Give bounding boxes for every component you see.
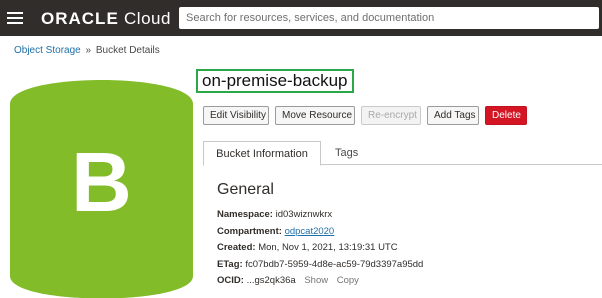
namespace-row: Namespace: id03wiznwkrx xyxy=(217,209,332,220)
ocid-copy-link[interactable]: Copy xyxy=(337,275,359,286)
move-resource-button[interactable]: Move Resource xyxy=(275,106,355,125)
compartment-row: Compartment: odpcat2020 xyxy=(217,226,334,237)
breadcrumb-separator: » xyxy=(85,45,92,56)
etag-label: ETag: xyxy=(217,259,243,270)
ocid-label: OCID: xyxy=(217,275,244,286)
edit-visibility-button[interactable]: Edit Visibility xyxy=(203,106,269,125)
bucket-letter: B xyxy=(71,135,132,229)
created-value: Mon, Nov 1, 2021, 13:19:31 UTC xyxy=(258,242,398,253)
compartment-label: Compartment: xyxy=(217,226,282,237)
add-tags-button[interactable]: Add Tags xyxy=(427,106,479,125)
tab-tags[interactable]: Tags xyxy=(335,141,358,165)
compartment-link[interactable]: odpcat2020 xyxy=(285,226,335,237)
namespace-value: id03wiznwkrx xyxy=(275,209,333,220)
details-tabs: Bucket Information Tags xyxy=(203,141,602,166)
delete-button[interactable]: Delete xyxy=(485,106,527,125)
search-input[interactable] xyxy=(179,7,599,29)
bucket-title: on-premise-backup xyxy=(196,69,354,93)
top-navigation-bar: ORACLE Cloud xyxy=(0,0,602,36)
general-heading: General xyxy=(217,181,274,198)
logo-brand: ORACLE xyxy=(41,9,119,28)
ocid-row: OCID: ...gs2qk36a Show Copy xyxy=(217,275,359,286)
namespace-label: Namespace: xyxy=(217,209,273,220)
tab-bucket-information[interactable]: Bucket Information xyxy=(203,141,321,166)
re-encrypt-button[interactable]: Re-encrypt xyxy=(361,106,421,125)
oracle-cloud-logo[interactable]: ORACLE Cloud xyxy=(41,9,171,29)
breadcrumb-object-storage-link[interactable]: Object Storage xyxy=(14,45,81,56)
created-label: Created: xyxy=(217,242,256,253)
breadcrumb: Object Storage » Bucket Details xyxy=(14,45,160,56)
etag-value: fc07bdb7-5959-4d8e-ac59-79d3397a95dd xyxy=(245,259,424,270)
bucket-icon: B xyxy=(10,80,193,298)
ocid-show-link[interactable]: Show xyxy=(304,275,328,286)
created-row: Created: Mon, Nov 1, 2021, 13:19:31 UTC xyxy=(217,242,398,253)
breadcrumb-current: Bucket Details xyxy=(95,45,160,56)
logo-product: Cloud xyxy=(124,9,171,28)
etag-row: ETag: fc07bdb7-5959-4d8e-ac59-79d3397a95… xyxy=(217,259,423,270)
menu-icon[interactable] xyxy=(7,12,23,24)
ocid-value: ...gs2qk36a xyxy=(246,275,296,286)
